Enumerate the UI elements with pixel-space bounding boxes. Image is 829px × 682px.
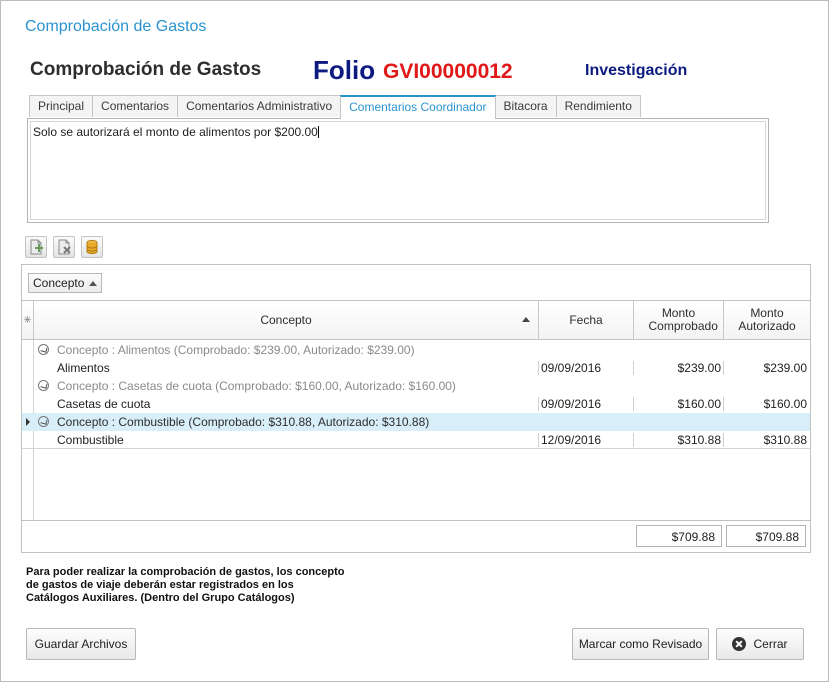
tab-strip: Principal Comentarios Comentarios Admini… — [29, 95, 641, 119]
cell-concepto: Alimentos — [57, 361, 110, 375]
cell-fecha: 09/09/2016 — [541, 361, 602, 375]
cell-monto-comprobado: $310.88 — [677, 433, 721, 447]
info-note-line: Para poder realizar la comprobación de g… — [26, 566, 345, 578]
group-collapse-icon[interactable] — [38, 344, 49, 355]
tab-bitacora[interactable]: Bitacora — [494, 95, 557, 117]
cell-monto-comprobado: $239.00 — [677, 361, 721, 375]
table-row[interactable]: Combustible 12/09/2016 $310.88 $310.88 — [22, 431, 810, 449]
grid-footer-divider — [22, 520, 810, 521]
group-header-text: Concepto : Alimentos (Comprobado: $239.0… — [57, 343, 415, 357]
folio-label: Folio — [313, 55, 376, 85]
current-row-indicator-icon — [26, 418, 30, 426]
cell-separator — [723, 433, 724, 447]
group-header-text: Concepto : Combustible (Comprobado: $310… — [57, 415, 430, 429]
tab-comentarios-administrativo[interactable]: Comentarios Administrativo — [177, 95, 342, 117]
window-frame: Comprobación de Gastos Comprobación de G… — [0, 0, 829, 682]
total-monto-autorizado: $709.88 — [726, 525, 806, 547]
column-header-concepto-label: Concepto — [260, 312, 312, 327]
close-button[interactable]: Cerrar — [716, 628, 804, 660]
close-button-label: Cerrar — [753, 637, 788, 651]
column-header-concepto[interactable]: Concepto — [34, 301, 539, 339]
save-files-button[interactable]: Guardar Archivos — [26, 628, 136, 660]
cell-monto-autorizado: $239.00 — [763, 361, 807, 375]
comment-text-area-inner[interactable]: Solo se autorizará el monto de alimentos… — [30, 121, 766, 220]
cell-concepto: Casetas de cuota — [57, 397, 151, 411]
info-note-line: Catálogos Auxiliares. (Dentro del Grupo … — [26, 592, 295, 604]
save-files-button-label: Guardar Archivos — [34, 637, 128, 651]
cell-separator — [538, 361, 539, 375]
cell-monto-comprobado: $160.00 — [677, 397, 721, 411]
cell-separator — [538, 433, 539, 447]
folio-number: GVI00000012 — [383, 60, 513, 83]
info-note: Para poder realizar la comprobación de g… — [26, 566, 386, 605]
tab-comentarios[interactable]: Comentarios — [92, 95, 179, 117]
database-icon — [86, 240, 98, 255]
cell-separator — [538, 397, 539, 411]
group-collapse-icon[interactable] — [38, 380, 49, 391]
group-row-casetas[interactable]: Concepto : Casetas de cuota (Comprobado:… — [22, 377, 810, 395]
group-by-panel: Concepto — [22, 265, 810, 301]
group-row-alimentos[interactable]: Concepto : Alimentos (Comprobado: $239.0… — [22, 341, 810, 359]
column-header-monto-autorizado[interactable]: Monto Autorizado — [724, 301, 810, 339]
column-header-monto-comprobado-label: Monto Comprobado — [648, 306, 718, 333]
department-label: Investigación — [585, 62, 688, 79]
delete-document-icon — [58, 239, 71, 255]
group-row-combustible[interactable]: Concepto : Combustible (Comprobado: $310… — [22, 413, 810, 431]
add-row-button[interactable] — [25, 236, 47, 258]
comment-text: Solo se autorizará el monto de alimentos… — [33, 125, 318, 139]
expenses-grid: Concepto ✳ Concepto Fecha Monto Comproba… — [21, 264, 811, 553]
group-collapse-icon[interactable] — [38, 416, 49, 427]
close-icon — [732, 637, 747, 651]
form-title: Comprobación de Gastos — [30, 59, 262, 80]
group-header-text: Concepto : Casetas de cuota (Comprobado:… — [57, 379, 456, 393]
mark-reviewed-button-label: Marcar como Revisado — [578, 637, 703, 651]
cell-separator — [633, 361, 634, 375]
window-title: Comprobación de Gastos — [25, 18, 207, 35]
cell-concepto: Combustible — [57, 433, 124, 447]
add-document-icon — [30, 239, 43, 255]
delete-row-button[interactable] — [53, 236, 75, 258]
grid-toolbar — [25, 236, 103, 258]
tab-comentarios-coordinador[interactable]: Comentarios Coordinador — [340, 95, 496, 119]
tab-principal[interactable]: Principal — [29, 95, 94, 117]
cell-monto-autorizado: $310.88 — [763, 433, 807, 447]
sort-ascending-icon — [89, 281, 98, 286]
mark-reviewed-button[interactable]: Marcar como Revisado — [572, 628, 709, 660]
total-monto-comprobado: $709.88 — [636, 525, 722, 547]
group-by-chip[interactable]: Concepto — [28, 273, 103, 293]
cell-separator — [633, 397, 634, 411]
cell-separator — [723, 361, 724, 375]
new-row-asterisk-icon: ✳ — [22, 301, 34, 339]
sort-ascending-icon — [522, 317, 530, 322]
group-by-label: Concepto — [33, 276, 85, 290]
grid-header: ✳ Concepto Fecha Monto Comprobado Monto … — [22, 301, 810, 340]
column-header-monto-autorizado-label: Monto Autorizado — [738, 306, 796, 333]
column-header-fecha[interactable]: Fecha — [539, 301, 634, 339]
database-button[interactable] — [81, 236, 103, 258]
comment-textarea[interactable]: Solo se autorizará el monto de alimentos… — [27, 118, 769, 223]
cell-separator — [633, 433, 634, 447]
table-row[interactable]: Casetas de cuota 09/09/2016 $160.00 $160… — [22, 395, 810, 413]
column-header-monto-comprobado[interactable]: Monto Comprobado — [634, 301, 724, 339]
cell-separator — [723, 397, 724, 411]
cell-monto-autorizado: $160.00 — [763, 397, 807, 411]
cell-fecha: 12/09/2016 — [541, 433, 602, 447]
text-caret — [317, 126, 319, 138]
grid-row-divider — [22, 448, 810, 449]
info-note-line: de gastos de viaje deberán estar registr… — [26, 579, 294, 591]
table-row[interactable]: Alimentos 09/09/2016 $239.00 $239.00 — [22, 359, 810, 377]
cell-fecha: 09/09/2016 — [541, 397, 602, 411]
tab-rendimiento[interactable]: Rendimiento — [555, 95, 641, 117]
